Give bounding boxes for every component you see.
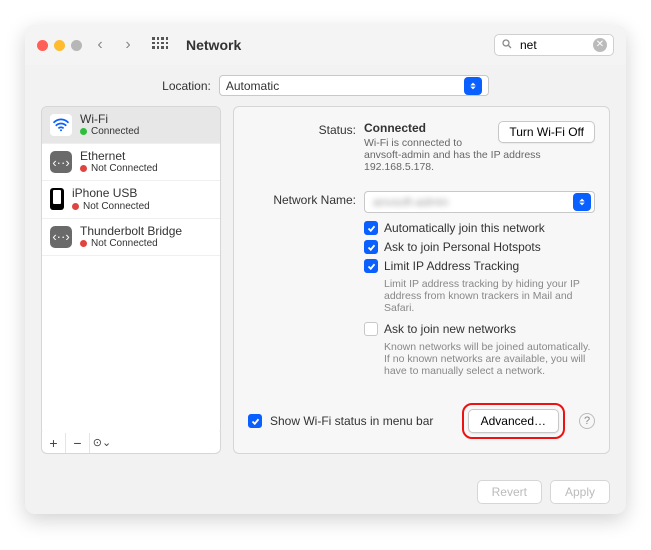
thunderbolt-icon: ‹··› <box>50 226 72 248</box>
auto-join-checkbox[interactable]: Automatically join this network <box>364 221 595 235</box>
service-name: Wi-Fi <box>80 113 139 126</box>
service-item-thunderbolt[interactable]: ‹··› Thunderbolt Bridge Not Connected <box>42 219 220 256</box>
checkbox-icon <box>364 322 378 336</box>
apply-button[interactable]: Apply <box>550 480 610 504</box>
location-row: Location: Automatic <box>25 65 626 106</box>
service-item-wifi[interactable]: Wi-Fi Connected <box>42 107 220 144</box>
service-name: Thunderbolt Bridge <box>80 225 182 238</box>
show-all-icon[interactable] <box>152 37 168 53</box>
ethernet-icon: ‹··› <box>50 151 72 173</box>
status-dot-icon <box>80 240 87 247</box>
location-select[interactable]: Automatic <box>219 75 489 96</box>
service-status: Not Connected <box>72 201 150 212</box>
limit-ip-hint: Limit IP address tracking by hiding your… <box>384 278 595 314</box>
service-actions-menu[interactable]: ⊙⌄ <box>90 433 114 453</box>
ask-new-hint: Known networks will be joined automatica… <box>384 341 595 377</box>
status-dot-icon <box>80 165 87 172</box>
service-sidebar: Wi-Fi Connected ‹··› Ethernet Not Connec <box>41 106 221 454</box>
location-value: Automatic <box>226 79 279 93</box>
turn-wifi-off-button[interactable]: Turn Wi-Fi Off <box>498 121 595 143</box>
service-item-ethernet[interactable]: ‹··› Ethernet Not Connected <box>42 144 220 181</box>
checkbox-icon <box>364 221 378 235</box>
advanced-highlight: Advanced… <box>462 403 565 439</box>
window-footer: Revert Apply <box>25 470 626 514</box>
service-list: Wi-Fi Connected ‹··› Ethernet Not Connec <box>41 106 221 436</box>
iphone-icon <box>50 188 64 210</box>
zoom-window-button[interactable] <box>71 40 82 51</box>
wifi-icon <box>50 114 72 136</box>
chevron-updown-icon <box>573 193 591 211</box>
sidebar-toolbar: + − ⊙⌄ <box>41 432 221 454</box>
network-name-select[interactable]: anvsoft-admin <box>364 191 595 213</box>
help-button[interactable]: ? <box>579 413 595 429</box>
limit-ip-tracking-checkbox[interactable]: Limit IP Address Tracking <box>364 259 595 273</box>
ask-personal-hotspot-checkbox[interactable]: Ask to join Personal Hotspots <box>364 240 595 254</box>
advanced-button[interactable]: Advanced… <box>468 409 559 433</box>
status-dot-icon <box>72 203 79 210</box>
remove-service-button[interactable]: − <box>66 433 90 453</box>
window-title: Network <box>186 37 486 53</box>
service-item-iphone-usb[interactable]: iPhone USB Not Connected <box>42 181 220 218</box>
minimize-window-button[interactable] <box>54 40 65 51</box>
detail-bottom-row: Show Wi-Fi status in menu bar Advanced… … <box>248 395 595 439</box>
status-value: Connected <box>364 121 426 135</box>
search-field[interactable]: ✕ <box>494 34 614 56</box>
service-name: Ethernet <box>80 150 158 163</box>
ask-new-networks-checkbox[interactable]: Ask to join new networks <box>364 322 595 336</box>
status-label: Status: <box>248 121 364 137</box>
prefs-window: ‹ › Network ✕ Location: Automatic <box>25 25 626 514</box>
search-input[interactable] <box>518 37 588 53</box>
service-name: iPhone USB <box>72 187 150 200</box>
back-button[interactable]: ‹ <box>90 35 110 55</box>
search-icon <box>501 38 513 53</box>
checkbox-icon <box>364 240 378 254</box>
titlebar: ‹ › Network ✕ <box>25 25 626 65</box>
show-menubar-label: Show Wi-Fi status in menu bar <box>270 414 433 428</box>
window-controls <box>37 40 82 51</box>
close-window-button[interactable] <box>37 40 48 51</box>
location-label: Location: <box>162 79 211 93</box>
clear-search-button[interactable]: ✕ <box>593 38 607 52</box>
status-dot-icon <box>80 128 87 135</box>
chevron-updown-icon <box>464 77 482 95</box>
network-name-value: anvsoft-admin <box>373 195 448 209</box>
show-menubar-checkbox[interactable] <box>248 414 262 428</box>
detail-panel: Status: Connected Turn Wi-Fi Off Wi-Fi i… <box>233 106 610 454</box>
service-status: Connected <box>80 126 139 137</box>
forward-button[interactable]: › <box>118 35 138 55</box>
checkbox-icon <box>364 259 378 273</box>
network-name-label: Network Name: <box>248 191 364 207</box>
service-status: Not Connected <box>80 238 182 249</box>
service-status: Not Connected <box>80 163 158 174</box>
revert-button[interactable]: Revert <box>477 480 542 504</box>
add-service-button[interactable]: + <box>42 433 66 453</box>
